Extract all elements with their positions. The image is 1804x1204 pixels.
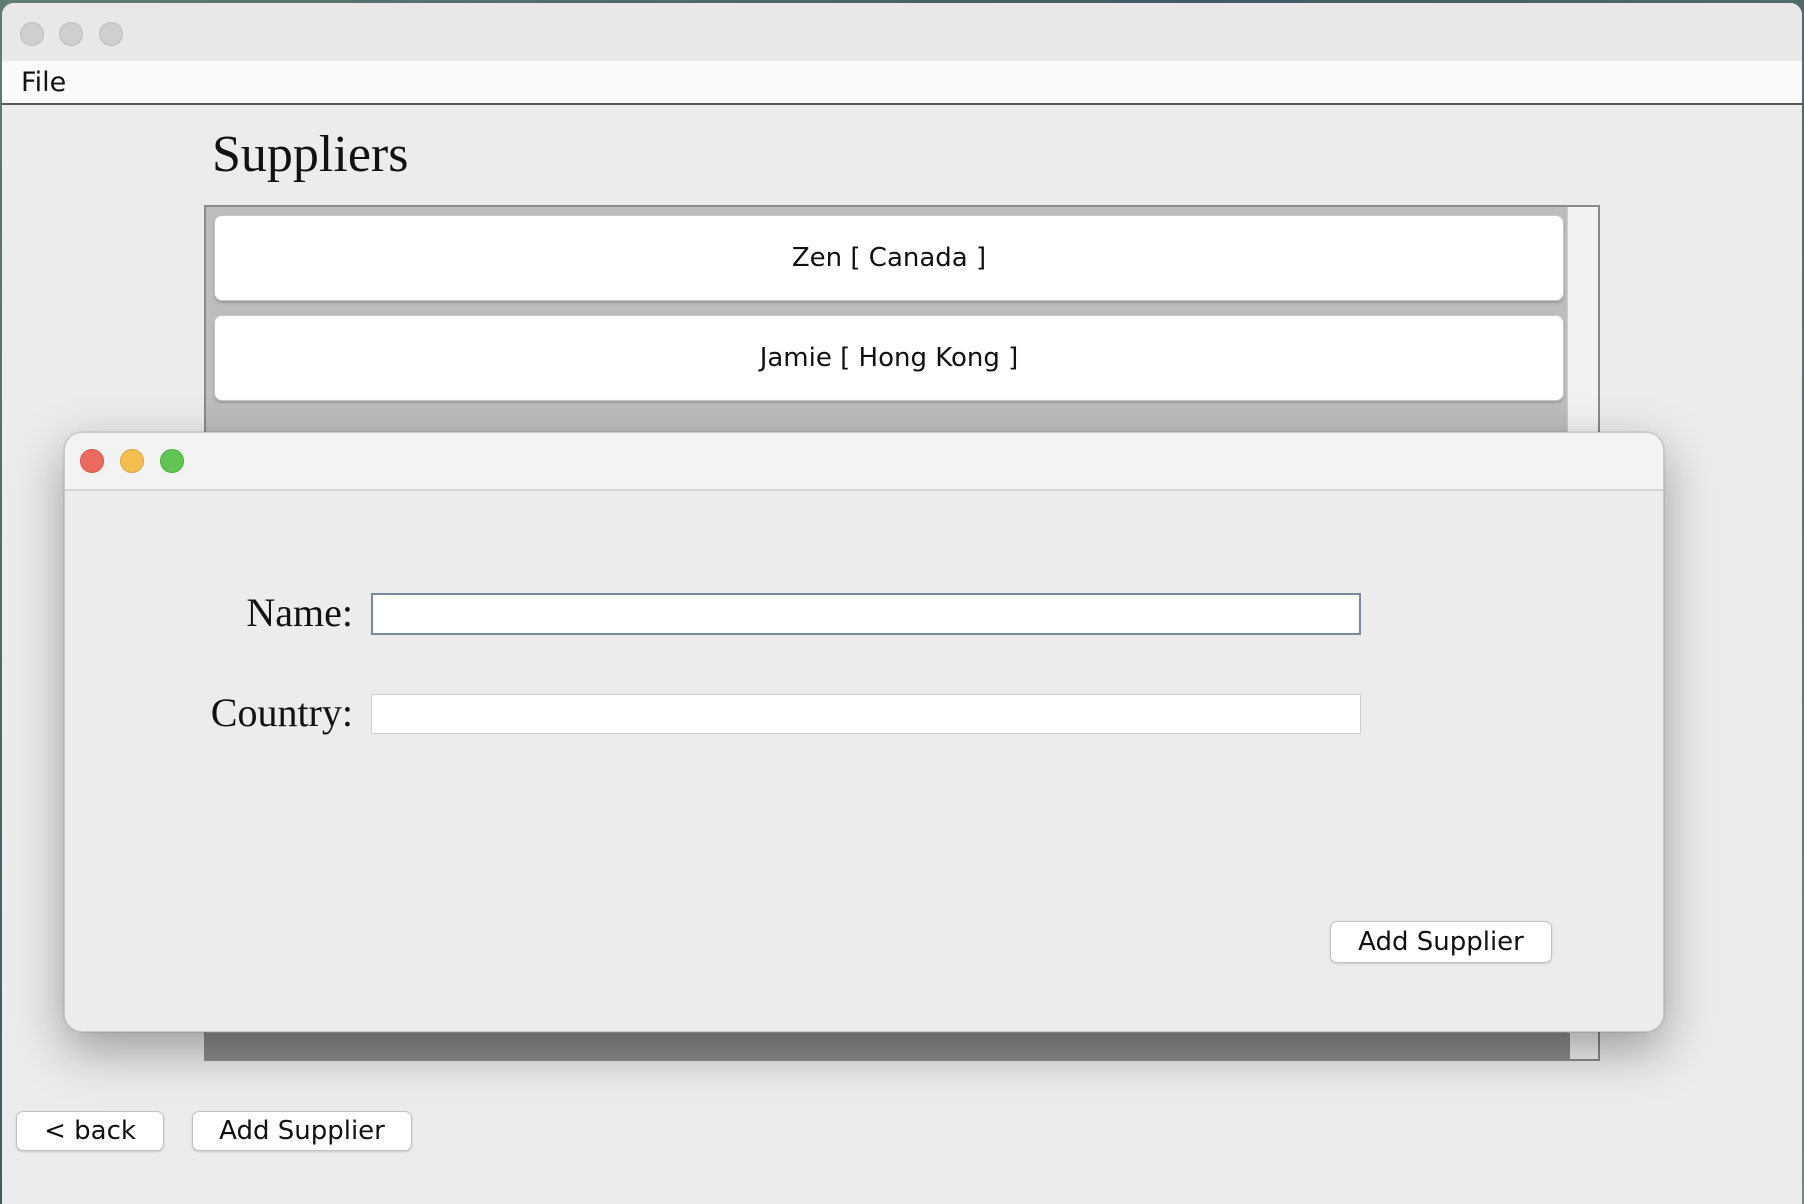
back-button[interactable]: < back: [16, 1111, 164, 1151]
submit-supplier-button[interactable]: Add Supplier: [1330, 921, 1552, 963]
dialog-titlebar: [65, 433, 1663, 491]
country-field[interactable]: [371, 694, 1361, 734]
close-icon[interactable]: [80, 449, 104, 473]
minimize-icon[interactable]: [120, 449, 144, 473]
name-field[interactable]: [371, 593, 1361, 635]
country-label: Country:: [210, 690, 353, 735]
page-title: Suppliers: [212, 126, 409, 183]
name-label: Name:: [246, 590, 353, 635]
main-titlebar: [2, 3, 1802, 62]
minimize-icon[interactable]: [59, 22, 83, 46]
list-shadow-area: [204, 1033, 1570, 1061]
add-supplier-button[interactable]: Add Supplier: [192, 1111, 412, 1151]
maximize-icon[interactable]: [99, 22, 123, 46]
menu-bar: File: [2, 61, 1802, 105]
maximize-icon[interactable]: [160, 449, 184, 473]
list-item[interactable]: Jamie [ Hong Kong ]: [214, 315, 1564, 401]
menu-file[interactable]: File: [21, 67, 66, 98]
list-item[interactable]: Zen [ Canada ]: [214, 215, 1564, 301]
add-supplier-dialog: Name: Country: Add Supplier: [64, 432, 1664, 1032]
close-icon[interactable]: [20, 22, 44, 46]
